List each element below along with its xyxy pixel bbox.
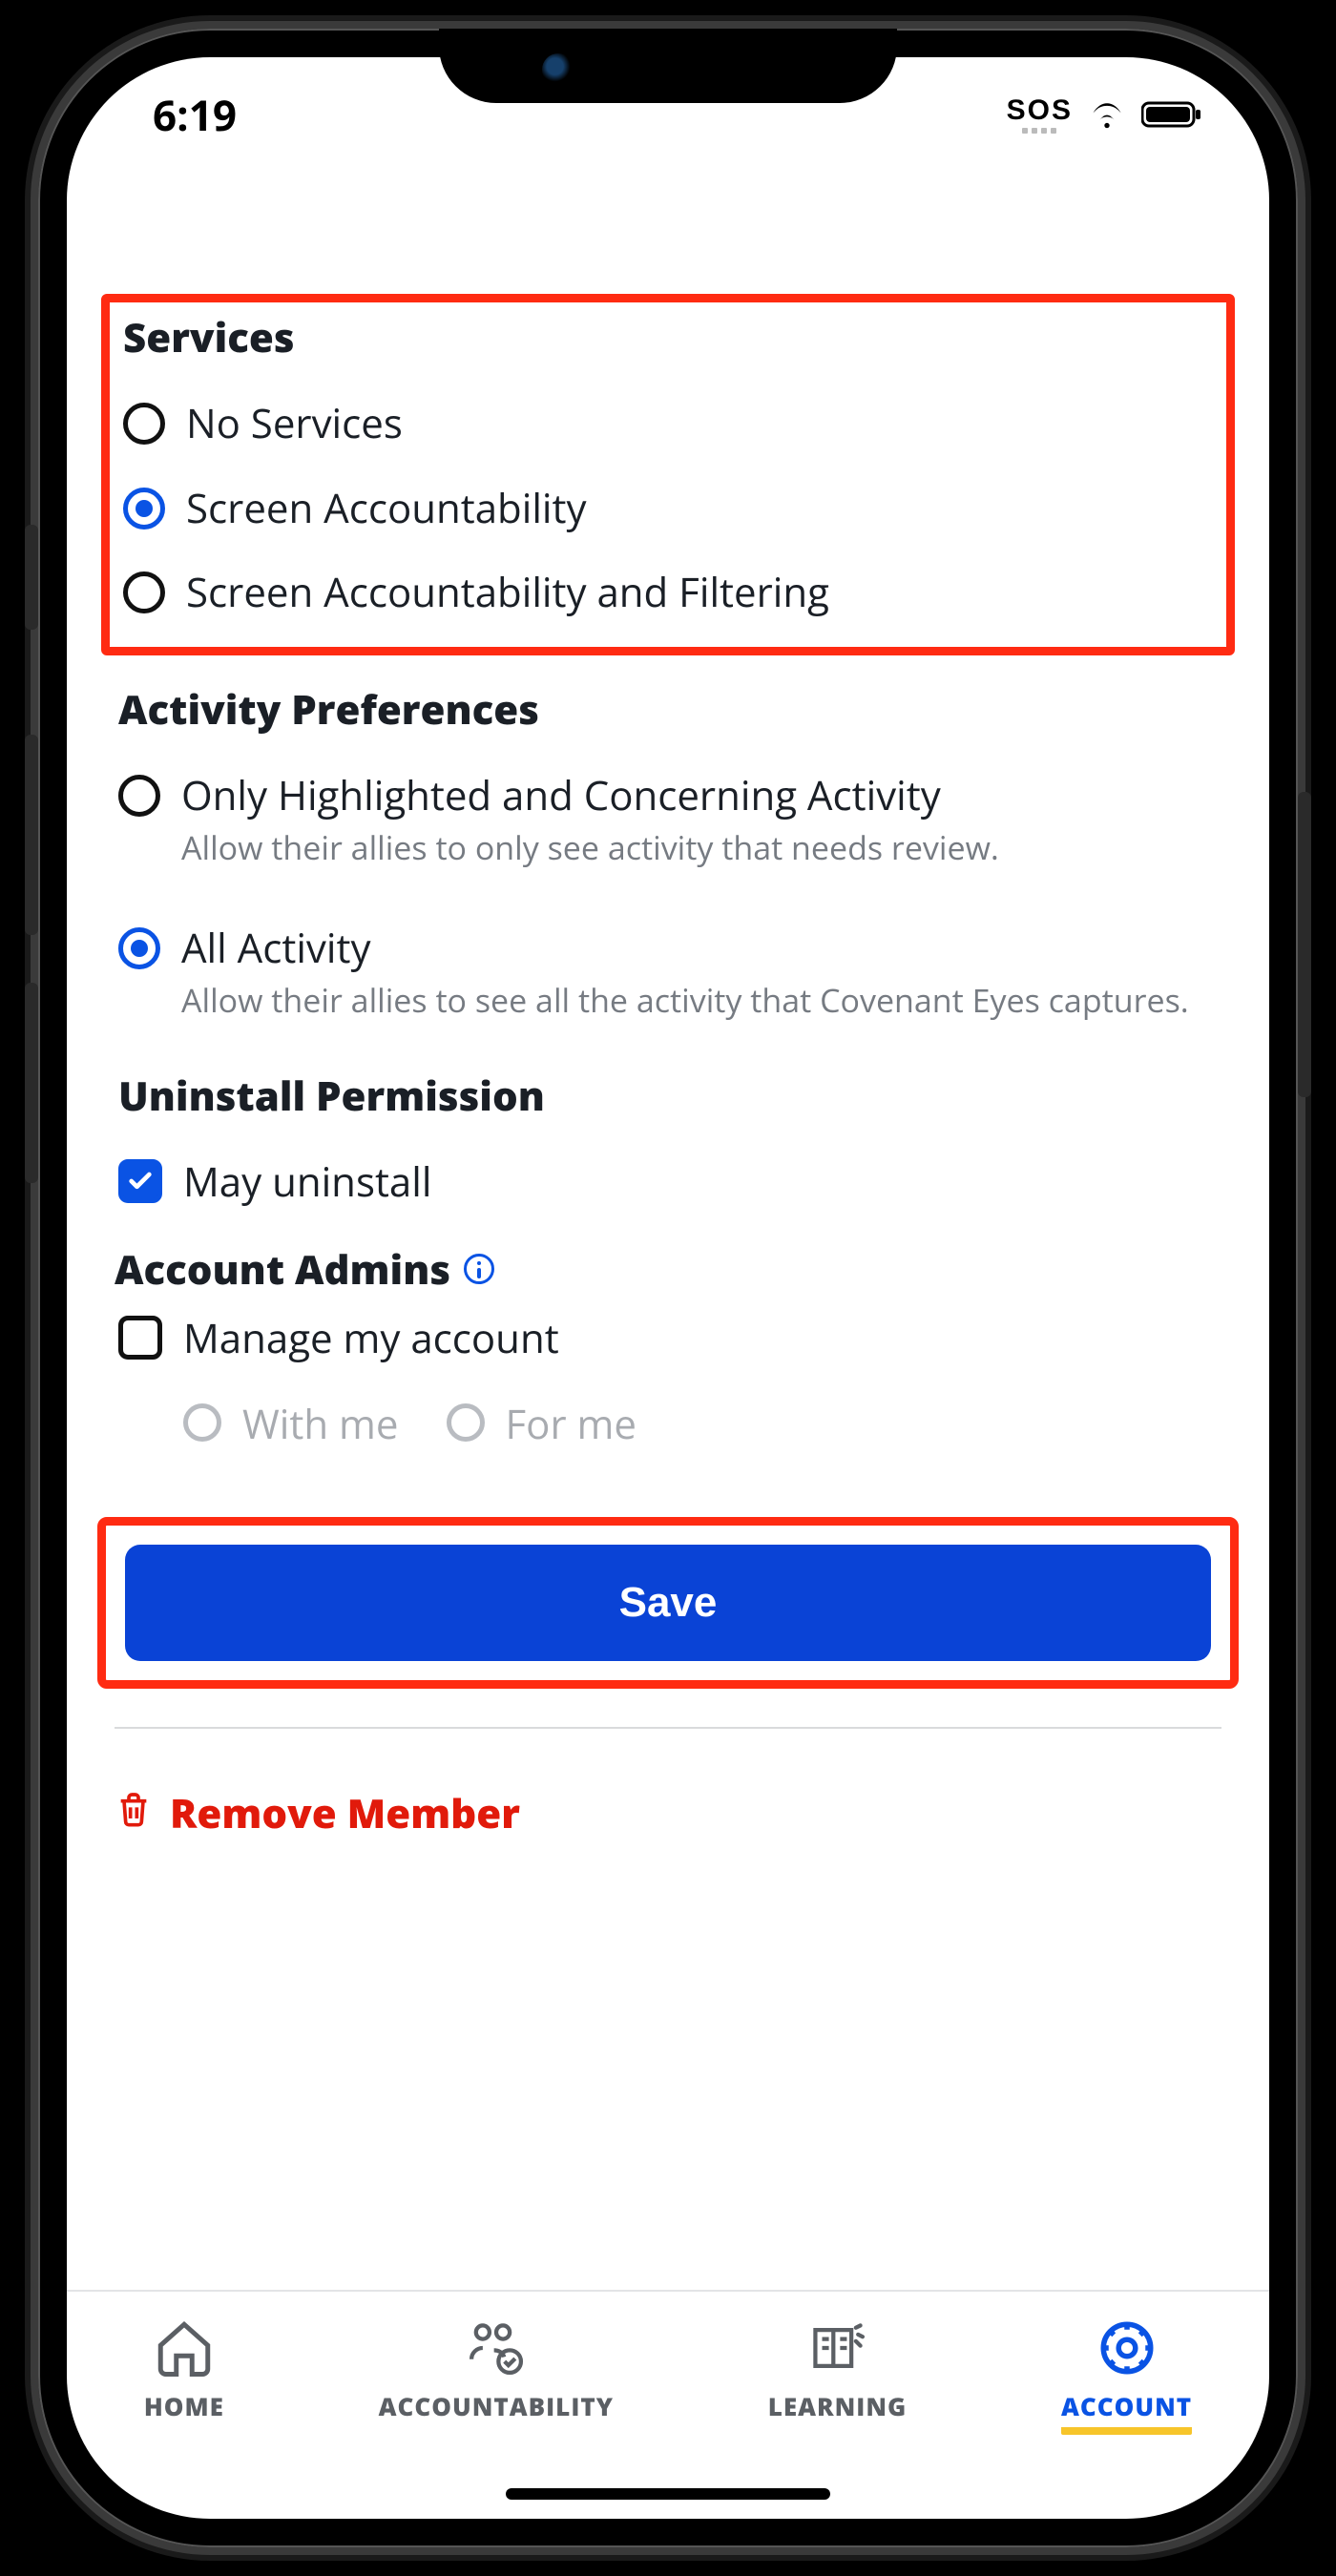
trash-icon [115,1786,153,1840]
radio-label: With me [242,1400,399,1450]
checkbox-icon [118,1316,162,1360]
radio-icon [118,927,160,969]
radio-icon [123,488,165,530]
status-right: SOS [1007,96,1202,134]
checkbox-manage-account[interactable]: Manage my account [115,1297,1221,1381]
radio-icon [118,775,160,817]
checkbox-icon [118,1159,162,1203]
tab-label: ACCOUNT [1061,2389,1192,2435]
remove-member-button[interactable]: Remove Member [115,1786,1221,1840]
uninstall-title: Uninstall Permission [118,1069,1221,1123]
tab-account[interactable]: ACCOUNT [1061,2316,1192,2435]
info-icon[interactable] [464,1254,494,1284]
tab-learning[interactable]: LEARNING [768,2316,908,2423]
save-button[interactable]: Save [125,1545,1211,1661]
phone-frame: 6:19 SOS Services N [38,29,1298,2547]
side-button [1298,792,1311,1097]
tab-label: HOME [144,2389,224,2423]
services-highlight: Services No Services Screen Accountabili… [101,294,1235,655]
side-button [25,735,38,935]
radio-no-services[interactable]: No Services [119,382,1217,467]
radio-description: Allow their allies to see all the activi… [181,979,1189,1023]
screen: 6:19 SOS Services N [67,57,1269,2519]
checkbox-label: Manage my account [183,1314,559,1364]
radio-label: Screen Accountability and Filtering [186,568,829,618]
radio-highlighted-activity[interactable]: Only Highlighted and Concerning Activity… [115,754,1221,887]
radio-icon [123,403,165,445]
radio-for-me[interactable]: For me [447,1400,637,1450]
home-indicator [506,2488,830,2500]
tab-label: ACCOUNTABILITY [379,2389,614,2423]
radio-description: Allow their allies to only see activity … [181,826,999,870]
side-button [25,525,38,630]
activity-title: Activity Preferences [118,682,1221,737]
radio-label: For me [506,1400,637,1450]
tab-bar: HOME ACCOUNTABILITY LEARNING ACCOUNT [67,2290,1269,2519]
save-highlight: Save [97,1517,1239,1689]
services-title: Services [123,310,1217,364]
checkbox-may-uninstall[interactable]: May uninstall [115,1140,1221,1225]
divider [115,1727,1221,1729]
radio-screen-accountability-filtering[interactable]: Screen Accountability and Filtering [119,551,1217,635]
status-time: 6:19 [153,86,237,143]
battery-icon [1141,100,1202,129]
tab-accountability[interactable]: ACCOUNTABILITY [379,2316,614,2423]
side-button [25,983,38,1183]
radio-label: No Services [186,399,403,449]
sos-indicator: SOS [1007,96,1073,134]
radio-icon [447,1403,485,1442]
tab-home[interactable]: HOME [144,2316,224,2423]
radio-label: All Activity [181,924,1189,974]
checkbox-label: May uninstall [183,1157,431,1208]
radio-label: Screen Accountability [186,484,587,534]
admins-title: Account Admins [115,1242,450,1297]
radio-with-me[interactable]: With me [183,1400,399,1450]
tab-label: LEARNING [768,2389,908,2423]
radio-icon [183,1403,221,1442]
radio-screen-accountability[interactable]: Screen Accountability [119,467,1217,551]
wifi-icon [1088,100,1126,129]
admin-sub-options: With me For me [183,1381,1221,1460]
radio-icon [123,571,165,613]
content: Services No Services Screen Accountabili… [67,172,1269,2290]
remove-member-label: Remove Member [170,1786,520,1840]
notch [439,29,897,103]
radio-all-activity[interactable]: All Activity Allow their allies to see a… [115,906,1221,1040]
radio-label: Only Highlighted and Concerning Activity [181,771,999,821]
